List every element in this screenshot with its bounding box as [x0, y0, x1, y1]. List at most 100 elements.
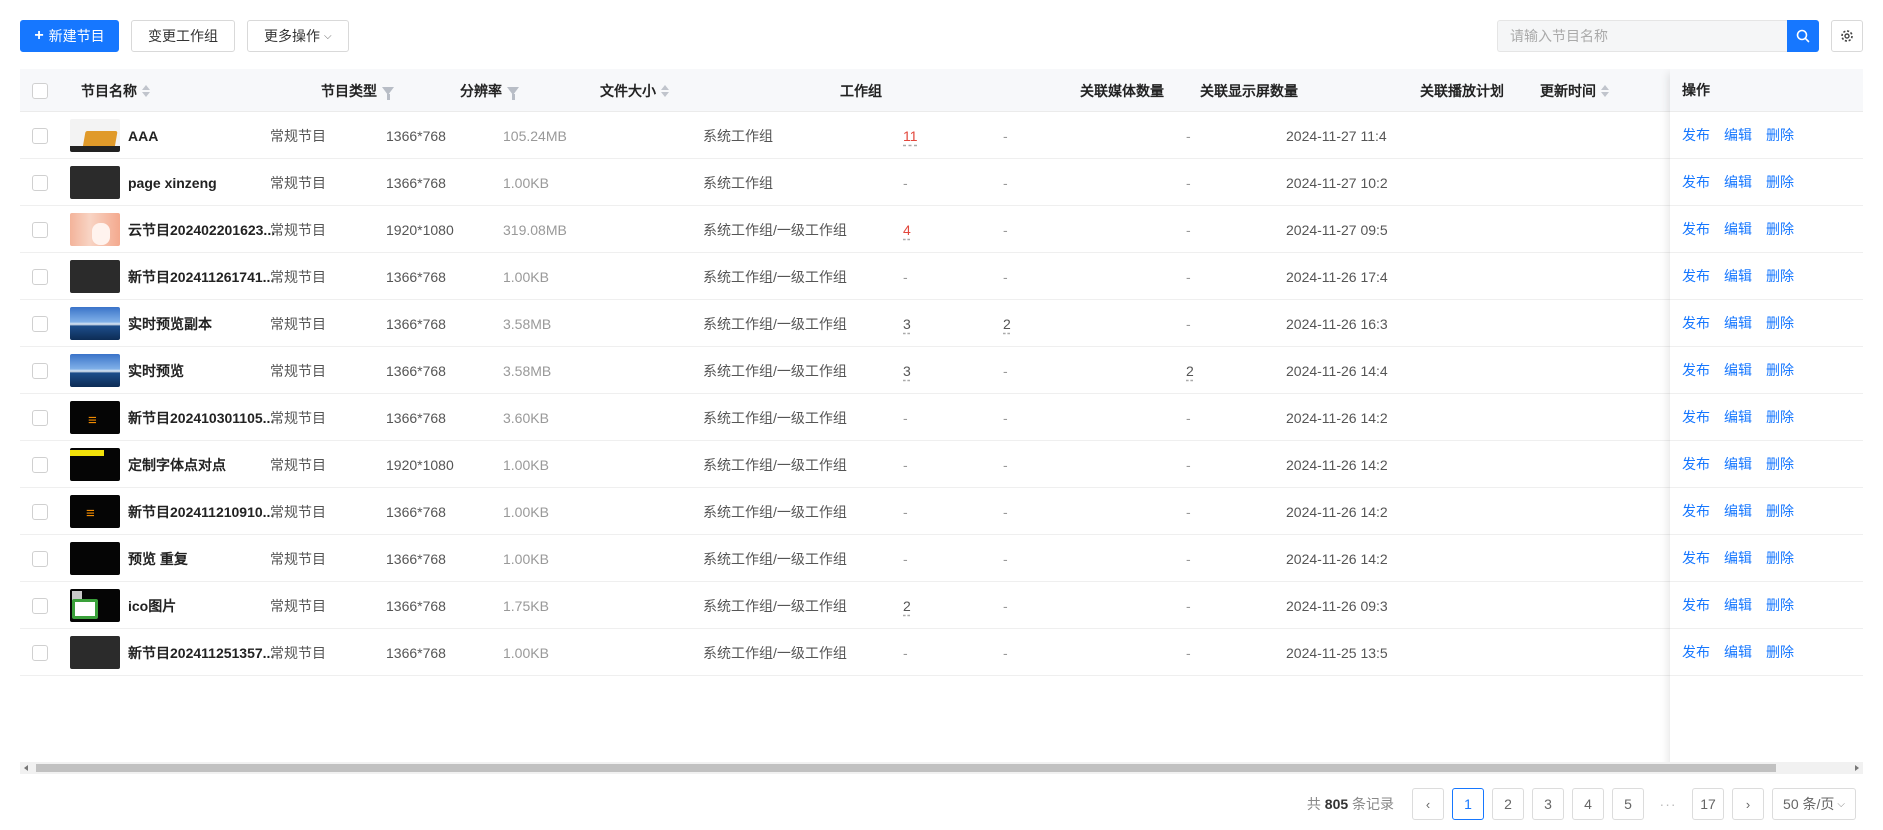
program-thumbnail[interactable] — [70, 119, 120, 152]
sort-icon[interactable] — [1601, 84, 1609, 97]
select-all-checkbox[interactable] — [32, 82, 48, 99]
program-name-cell[interactable]: 定制字体点对点 — [128, 441, 226, 488]
page-1[interactable]: 1 — [1452, 788, 1485, 820]
program-thumbnail[interactable]: ≡ — [70, 401, 120, 434]
table-row[interactable]: 实时预览副本 常规节目 1366*768 3.58MB 系统工作组/一级工作组 3 2 - 20… — [20, 300, 1863, 347]
row-checkbox[interactable] — [32, 644, 48, 661]
row-checkbox[interactable] — [32, 268, 48, 285]
scroll-right-icon[interactable] — [1855, 765, 1859, 771]
program-thumbnail[interactable] — [70, 260, 120, 293]
row-checkbox[interactable] — [32, 174, 48, 191]
program-thumbnail[interactable] — [70, 589, 120, 622]
delete-link[interactable]: 删除 — [1766, 454, 1794, 474]
program-thumbnail[interactable] — [70, 166, 120, 199]
prev-page-button[interactable]: ‹ — [1412, 788, 1445, 820]
publish-link[interactable]: 发布 — [1682, 172, 1710, 192]
table-row[interactable]: 定制字体点对点 常规节目 1920*1080 1.00KB 系统工作组/一级工作组 - - -… — [20, 441, 1863, 488]
row-checkbox[interactable] — [32, 315, 48, 332]
delete-link[interactable]: 删除 — [1766, 313, 1794, 333]
page-5[interactable]: 5 — [1612, 788, 1645, 820]
publish-link[interactable]: 发布 — [1682, 360, 1710, 380]
program-name-cell[interactable]: 新节目202411251357... — [128, 629, 274, 676]
edit-link[interactable]: 编辑 — [1724, 454, 1752, 474]
publish-link[interactable]: 发布 — [1682, 313, 1710, 333]
plan-count-cell[interactable]: 2 — [1186, 347, 1194, 394]
program-thumbnail[interactable] — [70, 636, 120, 669]
table-row[interactable]: ≡ 新节目202410301105... 常规节目 1366*768 3.60KB 系统工… — [20, 394, 1863, 441]
page-last[interactable]: 17 — [1692, 788, 1725, 820]
media-count-cell[interactable]: 11 — [903, 112, 918, 159]
delete-link[interactable]: 删除 — [1766, 219, 1794, 239]
delete-link[interactable]: 删除 — [1766, 407, 1794, 427]
edit-link[interactable]: 编辑 — [1724, 219, 1752, 239]
row-checkbox[interactable] — [32, 597, 48, 614]
scroll-thumb[interactable] — [36, 764, 1776, 772]
publish-link[interactable]: 发布 — [1682, 548, 1710, 568]
more-actions-dropdown[interactable]: 更多操作 ⌵ — [247, 20, 349, 52]
publish-link[interactable]: 发布 — [1682, 454, 1710, 474]
program-name-cell[interactable]: AAA — [128, 112, 158, 159]
new-program-button[interactable]: + 新建节目 — [20, 20, 119, 52]
column-name-header[interactable]: 节目名称 — [81, 69, 150, 112]
table-row[interactable]: 实时预览 常规节目 1366*768 3.58MB 系统工作组/一级工作组 3 - 2 2024… — [20, 347, 1863, 394]
publish-link[interactable]: 发布 — [1682, 125, 1710, 145]
edit-link[interactable]: 编辑 — [1724, 360, 1752, 380]
edit-link[interactable]: 编辑 — [1724, 266, 1752, 286]
row-checkbox[interactable] — [32, 456, 48, 473]
page-size-select[interactable]: 50 条/页 ⌵ — [1772, 788, 1856, 820]
column-size-header[interactable]: 文件大小 — [600, 69, 669, 112]
program-thumbnail[interactable] — [70, 542, 120, 575]
publish-link[interactable]: 发布 — [1682, 266, 1710, 286]
program-name-cell[interactable]: ico图片 — [128, 582, 176, 629]
sort-icon[interactable] — [142, 84, 150, 97]
delete-link[interactable]: 删除 — [1766, 266, 1794, 286]
horizontal-scrollbar[interactable] — [20, 762, 1863, 774]
program-name-cell[interactable]: 预览 重复 — [128, 535, 188, 582]
program-thumbnail[interactable] — [70, 354, 120, 387]
publish-link[interactable]: 发布 — [1682, 595, 1710, 615]
row-checkbox[interactable] — [32, 409, 48, 426]
sort-icon[interactable] — [661, 84, 669, 97]
row-checkbox[interactable] — [32, 221, 48, 238]
media-count-cell[interactable]: 3 — [903, 300, 911, 347]
column-updated-header[interactable]: 更新时间 — [1540, 69, 1609, 112]
program-name-cell[interactable]: 云节目202402201623... — [128, 206, 275, 253]
row-checkbox[interactable] — [32, 127, 48, 144]
delete-link[interactable]: 删除 — [1766, 642, 1794, 662]
table-row[interactable]: 预览 重复 常规节目 1366*768 1.00KB 系统工作组/一级工作组 - - - 202… — [20, 535, 1863, 582]
edit-link[interactable]: 编辑 — [1724, 501, 1752, 521]
program-name-cell[interactable]: 新节目202411261741... — [128, 253, 274, 300]
program-name-cell[interactable]: 实时预览副本 — [128, 300, 212, 347]
filter-icon[interactable] — [382, 86, 394, 100]
publish-link[interactable]: 发布 — [1682, 501, 1710, 521]
page-4[interactable]: 4 — [1572, 788, 1605, 820]
publish-link[interactable]: 发布 — [1682, 407, 1710, 427]
table-row[interactable]: 云节目202402201623... 常规节目 1920*1080 319.08MB 系… — [20, 206, 1863, 253]
program-thumbnail[interactable] — [70, 307, 120, 340]
table-row[interactable]: 新节目202411261741... 常规节目 1366*768 1.00KB 系统工作… — [20, 253, 1863, 300]
delete-link[interactable]: 删除 — [1766, 595, 1794, 615]
delete-link[interactable]: 删除 — [1766, 125, 1794, 145]
edit-link[interactable]: 编辑 — [1724, 407, 1752, 427]
page-2[interactable]: 2 — [1492, 788, 1525, 820]
edit-link[interactable]: 编辑 — [1724, 125, 1752, 145]
table-row[interactable]: page xinzeng 常规节目 1366*768 1.00KB 系统工作组 - - - 20… — [20, 159, 1863, 206]
program-name-cell[interactable]: 实时预览 — [128, 347, 184, 394]
screen-count-cell[interactable]: 2 — [1003, 300, 1011, 347]
media-count-cell[interactable]: 3 — [903, 347, 911, 394]
row-checkbox[interactable] — [32, 503, 48, 520]
program-thumbnail[interactable]: ≡ — [70, 495, 120, 528]
table-row[interactable]: ≡ 新节目202411210910... 常规节目 1366*768 1.00KB 系统工… — [20, 488, 1863, 535]
program-name-cell[interactable]: page xinzeng — [128, 159, 217, 206]
edit-link[interactable]: 编辑 — [1724, 548, 1752, 568]
media-count-cell[interactable]: 2 — [903, 582, 911, 629]
edit-link[interactable]: 编辑 — [1724, 595, 1752, 615]
publish-link[interactable]: 发布 — [1682, 642, 1710, 662]
program-thumbnail[interactable] — [70, 213, 120, 246]
delete-link[interactable]: 删除 — [1766, 360, 1794, 380]
program-name-cell[interactable]: 新节目202411210910... — [128, 488, 274, 535]
row-checkbox[interactable] — [32, 550, 48, 567]
delete-link[interactable]: 删除 — [1766, 172, 1794, 192]
publish-link[interactable]: 发布 — [1682, 219, 1710, 239]
media-count-cell[interactable]: 4 — [903, 206, 911, 253]
